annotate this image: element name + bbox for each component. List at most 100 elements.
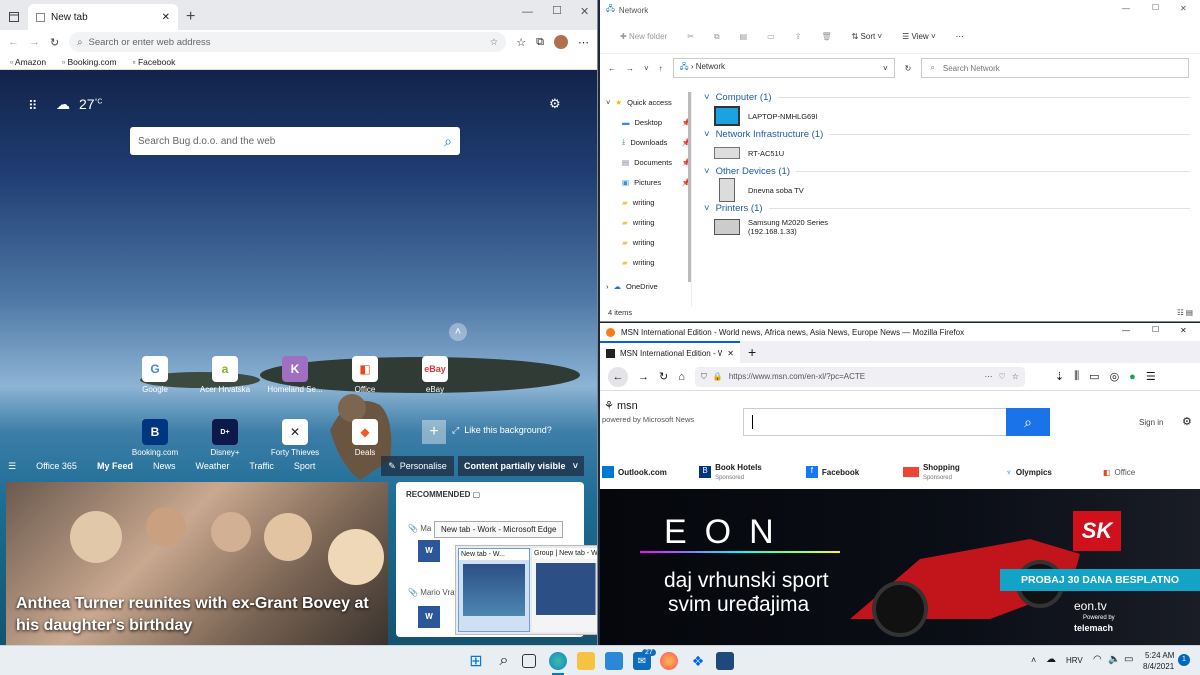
home-icon[interactable]: ⌂: [678, 371, 685, 383]
nav-downloads[interactable]: ⤓ Downloads 📌: [600, 132, 691, 152]
link-office[interactable]: ◧ Office: [1103, 468, 1200, 477]
link-book-hotels[interactable]: B Book Hotels Sponsored: [699, 463, 806, 481]
link-outlook[interactable]: Outlook.com: [602, 466, 699, 478]
start-windows-icon[interactable]: ⊞: [467, 652, 485, 670]
tile-homeland[interactable]: K Homeland Se...: [260, 356, 330, 394]
path-network[interactable]: Network: [696, 62, 725, 71]
search-icon[interactable]: ⌕: [444, 133, 452, 150]
apps-grid-icon[interactable]: ⠿: [28, 98, 38, 114]
feed-traffic[interactable]: Traffic: [249, 461, 274, 471]
fav-booking[interactable]: ▫ Booking.com: [62, 57, 117, 67]
new-folder-button[interactable]: ✚ New folder: [620, 32, 667, 41]
tiles-view-icon[interactable]: ▤: [1186, 308, 1193, 317]
nav-onedrive[interactable]: › ☁ OneDrive: [600, 276, 691, 296]
wifi-icon[interactable]: ◠: [1093, 654, 1102, 665]
new-tab-button[interactable]: +: [186, 8, 195, 26]
maximize-icon[interactable]: ☐: [1152, 325, 1159, 334]
clock-date[interactable]: 8/4/2021: [1143, 662, 1174, 671]
link-facebook[interactable]: f Facebook: [805, 466, 903, 478]
nav-documents[interactable]: ▤ Documents 📌: [600, 152, 691, 172]
firefox-icon[interactable]: [660, 652, 678, 670]
up-icon[interactable]: ↑: [659, 64, 663, 73]
tile-deals[interactable]: ◆ Deals: [330, 419, 400, 457]
recent-icon[interactable]: ˅: [644, 64, 649, 73]
clock-time[interactable]: 5:24 AM: [1145, 651, 1174, 660]
refresh-icon[interactable]: ↻: [905, 64, 912, 73]
group-header[interactable]: ˅ Network Infrastructure (1): [704, 129, 1190, 140]
rec-item[interactable]: 📎 Mario Vra: [408, 588, 455, 597]
more-icon[interactable]: ⋯: [985, 372, 993, 381]
maximize-icon[interactable]: ☐: [1152, 3, 1159, 12]
tile-acer[interactable]: a Acer Hrvatska: [190, 356, 260, 394]
msn-search-button[interactable]: ⌕: [1006, 408, 1050, 436]
group-header[interactable]: ˅ Other Devices (1): [704, 166, 1190, 177]
tile-booking[interactable]: B Booking.com: [120, 419, 190, 457]
notification-badge[interactable]: 1: [1178, 654, 1190, 666]
details-view-icon[interactable]: ☷: [1177, 308, 1184, 317]
new-tab-button[interactable]: +: [748, 344, 756, 360]
close-window-icon[interactable]: ✕: [1180, 326, 1187, 335]
nav-scrollbar[interactable]: [688, 92, 691, 282]
close-tab-icon[interactable]: ✕: [162, 12, 170, 23]
chevron-down-icon[interactable]: ˅: [883, 64, 888, 73]
cut-icon[interactable]: ✂: [687, 32, 694, 41]
close-window-icon[interactable]: ✕: [1180, 4, 1187, 13]
tile-google[interactable]: G Google: [120, 356, 190, 394]
app-icon[interactable]: [716, 652, 734, 670]
feed-sport[interactable]: Sport: [294, 461, 316, 471]
view-button[interactable]: ☰ View ˅: [902, 32, 936, 41]
more-icon[interactable]: ⋯: [956, 32, 964, 41]
menu-icon[interactable]: ☰: [1146, 370, 1156, 383]
nav-quick-access[interactable]: ˅ ★ Quick access: [600, 92, 691, 112]
rename-icon[interactable]: ▭: [767, 32, 775, 41]
nav-pictures[interactable]: ▣ Pictures 📌: [600, 172, 691, 192]
fav-facebook[interactable]: ▫ Facebook: [133, 57, 176, 67]
content-visibility-dropdown[interactable]: Content partially visible ˅: [458, 456, 584, 476]
pocket-icon[interactable]: ♡: [999, 372, 1006, 381]
close-window-icon[interactable]: ✕: [580, 5, 589, 18]
device-item[interactable]: Dnevna soba TV: [704, 177, 1190, 203]
favorites-icon[interactable]: ☆: [516, 36, 526, 49]
extension-icon[interactable]: ⇣: [1055, 370, 1064, 383]
refresh-icon[interactable]: ↻: [50, 36, 59, 49]
minimize-icon[interactable]: —: [522, 6, 533, 18]
back-icon[interactable]: ←: [608, 366, 628, 387]
firefox-tab-msn[interactable]: MSN International Edition - Wo ✕: [600, 341, 740, 363]
thumb-2[interactable]: Group | New tab - Wo...: [532, 548, 597, 632]
battery-icon[interactable]: ▭: [1124, 654, 1133, 665]
collections-icon[interactable]: ⧉: [536, 36, 544, 49]
feed-news[interactable]: News: [153, 461, 176, 471]
forward-icon[interactable]: →: [638, 371, 649, 383]
tile-forty-thieves[interactable]: ✕ Forty Thieves: [260, 419, 330, 457]
fav-amazon[interactable]: ▫ Amazon: [10, 57, 46, 67]
menu-icon[interactable]: ☰: [8, 461, 16, 472]
language-indicator[interactable]: HRV: [1066, 656, 1083, 665]
group-header[interactable]: ˅ Printers (1): [704, 203, 1190, 214]
msn-search-input[interactable]: [743, 408, 1007, 436]
sign-in-link[interactable]: Sign in: [1139, 418, 1163, 427]
tile-ebay[interactable]: eBay eBay: [400, 356, 470, 394]
forward-icon[interactable]: →: [626, 64, 634, 73]
news-card[interactable]: Anthea Turner reunites with ex-Grant Bov…: [6, 482, 388, 645]
device-item[interactable]: RT-AC51U: [704, 140, 1190, 166]
group-header[interactable]: ˅ Computer (1): [704, 92, 1190, 103]
address-bar[interactable]: ⌕ Search or enter web address ☆: [69, 32, 507, 52]
library-icon[interactable]: ⫼: [1074, 370, 1079, 383]
account-icon[interactable]: ◎: [1110, 370, 1120, 383]
tray-chevron-icon[interactable]: ˄: [1031, 655, 1036, 665]
weather-tray-icon[interactable]: ☁: [1046, 654, 1056, 665]
promo-cta[interactable]: PROBAJ 30 DANA BESPLATNO: [1000, 569, 1200, 591]
msn-logo[interactable]: ⚘ msn: [604, 399, 638, 412]
copy-icon[interactable]: ⧉: [714, 32, 720, 42]
thumb-1[interactable]: New tab - W...: [458, 548, 530, 632]
store-icon[interactable]: [605, 652, 623, 670]
personalise-button[interactable]: ✎ Personalise: [381, 456, 454, 476]
feed-my-feed[interactable]: My Feed: [97, 461, 133, 471]
file-explorer-icon[interactable]: [577, 652, 595, 670]
forward-icon[interactable]: →: [29, 36, 40, 48]
nav-writing[interactable]: ▰ writing: [600, 252, 691, 272]
search-network-input[interactable]: ⌕ Search Network: [921, 58, 1190, 78]
back-icon[interactable]: ←: [608, 64, 616, 73]
link-olympics[interactable]: ♆ Olympics: [1006, 468, 1103, 477]
share-icon[interactable]: ⇪: [795, 32, 802, 41]
